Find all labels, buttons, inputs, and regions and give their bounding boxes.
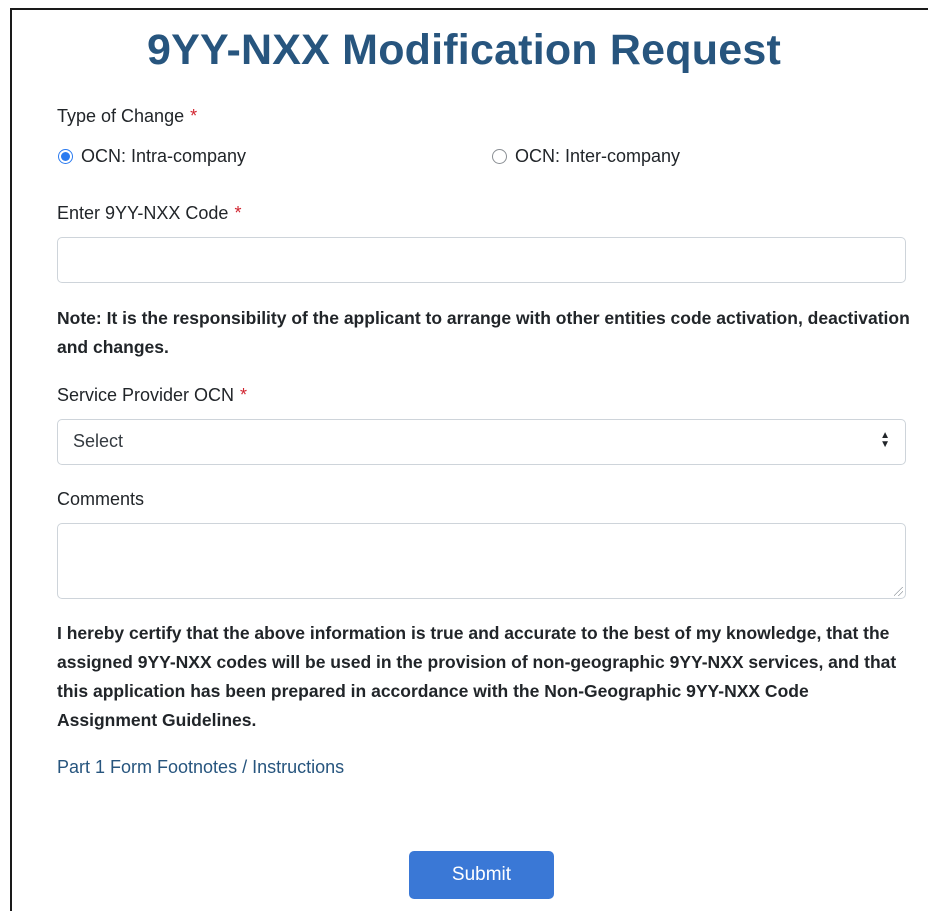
footnotes-instructions-link[interactable]: Part 1 Form Footnotes / Instructions [57,757,344,778]
radio-intra-company-label[interactable]: OCN: Intra-company [81,146,246,167]
type-of-change-label: Type of Change * [57,106,197,127]
service-provider-label: Service Provider OCN * [57,385,247,406]
comments-label: Comments [57,489,144,510]
service-provider-label-text: Service Provider OCN [57,385,235,405]
comments-label-text: Comments [57,489,145,509]
required-marker: * [190,106,198,126]
radio-inter-company-button[interactable] [492,148,507,164]
submit-button[interactable]: Submit [409,851,554,899]
code-input[interactable] [57,237,906,283]
required-marker: * [234,203,242,223]
service-provider-select[interactable]: Select ▲ ▼ [57,419,906,465]
radio-intra-company[interactable]: OCN: Intra-company [58,145,246,167]
service-provider-selected-value: Select [73,431,124,451]
code-label-text: Enter 9YY-NXX Code [57,203,229,223]
select-arrows-icon: ▲ ▼ [880,430,890,450]
type-of-change-label-text: Type of Change [57,106,185,126]
certification-text: I hereby certify that the above informat… [57,623,897,730]
radio-inter-company-label[interactable]: OCN: Inter-company [515,146,680,167]
code-label: Enter 9YY-NXX Code * [57,203,241,224]
resize-handle-icon[interactable] [894,587,903,596]
required-marker: * [240,385,248,405]
comments-textarea[interactable] [57,523,906,599]
radio-intra-company-button[interactable] [58,148,73,164]
responsibility-note: Note: It is the responsibility of the ap… [57,308,910,357]
radio-inter-company[interactable]: OCN: Inter-company [492,145,680,167]
page-title: 9YY-NXX Modification Request [147,26,781,74]
